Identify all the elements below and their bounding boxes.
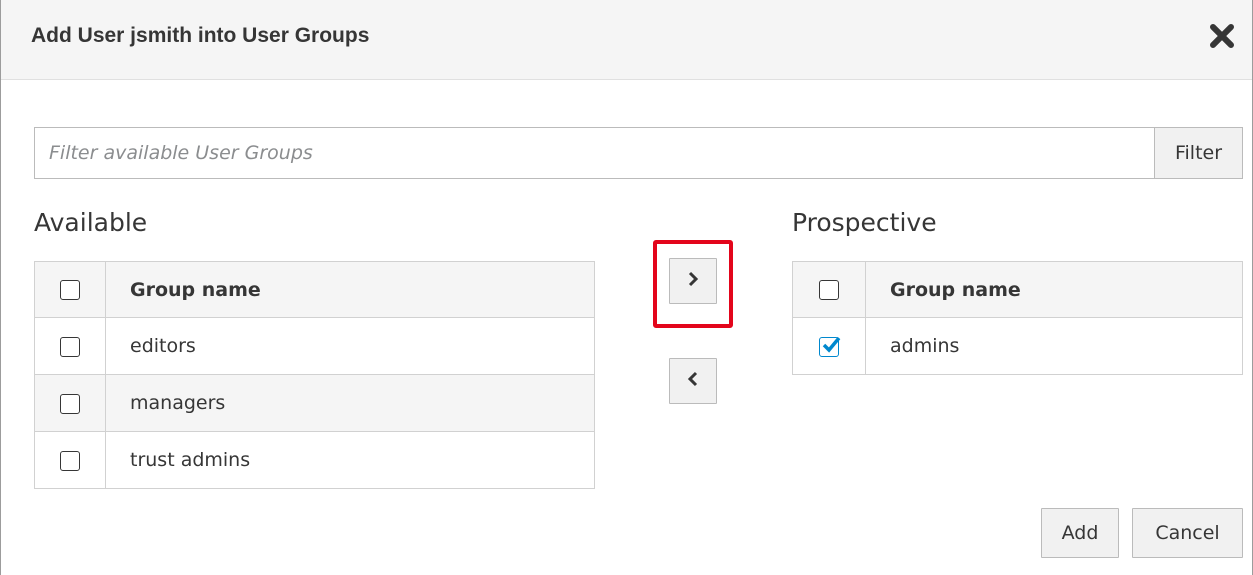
column-header-group-name: Group name: [105, 261, 595, 318]
select-all-cell: [792, 261, 866, 318]
available-label: Available: [34, 208, 148, 237]
filter-bar: Filter: [34, 127, 1243, 179]
row-checkbox[interactable]: [60, 393, 80, 414]
add-button[interactable]: Add: [1041, 508, 1119, 558]
row-checkbox[interactable]: [60, 336, 80, 357]
add-user-groups-dialog: Add User jsmith into User Groups Filter …: [0, 0, 1253, 575]
group-name-cell: admins: [865, 317, 1243, 375]
select-all-available-checkbox[interactable]: [60, 280, 80, 300]
row-checkbox-checked[interactable]: [819, 336, 841, 357]
group-name-cell: trust admins: [105, 431, 595, 489]
filter-button[interactable]: Filter: [1154, 127, 1243, 179]
group-name-cell: managers: [105, 374, 595, 432]
select-all-cell: [34, 261, 106, 318]
prospective-table: Group name admins: [792, 261, 1243, 375]
select-all-prospective-checkbox[interactable]: [819, 280, 839, 300]
table-header-row: Group name: [34, 261, 595, 318]
filter-input[interactable]: [34, 127, 1154, 179]
dialog-header: Add User jsmith into User Groups: [1, 0, 1252, 80]
table-row[interactable]: editors: [34, 317, 595, 375]
prospective-label: Prospective: [792, 208, 937, 237]
chevron-left-icon: [686, 370, 700, 393]
table-row[interactable]: admins: [792, 317, 1243, 375]
available-table: Group name editors managers trust admins: [34, 261, 595, 489]
move-left-button[interactable]: [669, 358, 717, 404]
cancel-button[interactable]: Cancel: [1132, 508, 1243, 558]
table-row[interactable]: trust admins: [34, 431, 595, 489]
table-header-row: Group name: [792, 261, 1243, 318]
row-checkbox[interactable]: [60, 450, 80, 471]
group-name-cell: editors: [105, 317, 595, 375]
dialog-title: Add User jsmith into User Groups: [31, 24, 370, 47]
table-row[interactable]: managers: [34, 374, 595, 432]
move-right-button[interactable]: [669, 258, 717, 304]
column-header-group-name: Group name: [865, 261, 1243, 318]
close-icon[interactable]: [1206, 20, 1238, 52]
chevron-right-icon: [686, 270, 700, 293]
